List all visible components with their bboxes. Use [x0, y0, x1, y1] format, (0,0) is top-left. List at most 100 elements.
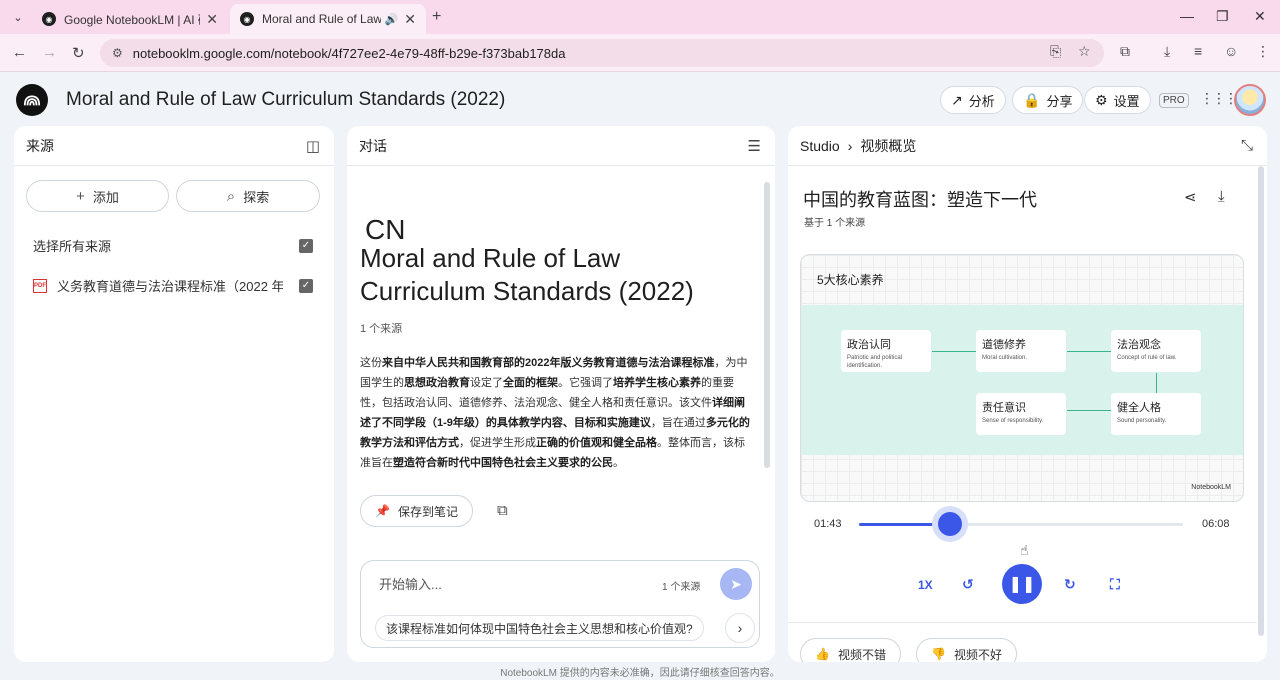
- url-text: notebooklm.google.com/notebook/4f727ee2-…: [132, 45, 566, 61]
- current-time: 01:43: [814, 518, 842, 530]
- speaker-icon[interactable]: 🔊: [385, 13, 399, 26]
- node-subtitle: Sense of responsibility.: [982, 418, 1044, 424]
- breadcrumb-video-overview: 视频概览: [860, 137, 917, 154]
- studio-panel: Studio › 视频概览 ⤡ 中国的教育蓝图：塑造下一代 基于 1 个来源 ⋖…: [788, 126, 1267, 662]
- maximize-icon[interactable]: ❐: [1216, 8, 1229, 25]
- node-title: 政治认同: [847, 339, 891, 351]
- summary-fragment: 培养学生核心素养: [613, 377, 701, 389]
- pause-button[interactable]: ❚❚: [1002, 564, 1042, 604]
- tune-icon[interactable]: ☰: [748, 137, 761, 155]
- share-label: 分享: [1046, 93, 1073, 109]
- notebook-title[interactable]: Moral and Rule of Law Curriculum Standar…: [66, 89, 505, 111]
- chat-composer: 1 个来源 ➤ 该课程标准如何体现中国特色社会主义思想和核心价值观? ›: [360, 560, 760, 648]
- source-checkbox[interactable]: ✓: [299, 278, 313, 293]
- video-player[interactable]: 5大核心素养 政治认同 Patriotic and political iden…: [800, 254, 1244, 502]
- address-bar[interactable]: ⚙ notebooklm.google.com/notebook/4f727ee…: [100, 39, 1104, 67]
- sources-header: 来源 ◫: [14, 126, 334, 166]
- save-to-note-button[interactable]: 📌 保存到笔记: [360, 495, 473, 527]
- collapse-panel-icon[interactable]: ◫: [306, 137, 320, 155]
- source-item[interactable]: PDF 义务教育道德与法治课程标准（2022 年版） ✓: [33, 276, 313, 295]
- chat-input[interactable]: [379, 573, 639, 595]
- send-button[interactable]: ➤: [720, 568, 752, 600]
- summary-fragment: 全面的框架: [503, 377, 558, 389]
- composer-source-count: 1 个来源: [662, 582, 701, 593]
- seek-handle[interactable]: [937, 512, 962, 536]
- notebooklm-favicon: ◉: [240, 12, 254, 26]
- share-button[interactable]: 🔒 分享: [1012, 86, 1084, 114]
- total-time: 06:08: [1202, 518, 1230, 530]
- notebooklm-logo-icon[interactable]: [16, 84, 48, 116]
- site-info-icon[interactable]: ⚙: [112, 46, 123, 60]
- share-icon[interactable]: ⋖: [1184, 188, 1197, 206]
- explore-button[interactable]: ⌕ 探索: [176, 180, 320, 212]
- arrow-right: [1067, 351, 1111, 352]
- reload-icon[interactable]: ↻: [72, 44, 85, 62]
- tab-title: Moral and Rule of Law Cu: [262, 12, 381, 26]
- arrow-left: [1067, 410, 1111, 411]
- summary-fragment: 。: [613, 457, 624, 469]
- bookmark-star-icon[interactable]: ☆: [1078, 43, 1091, 60]
- new-tab-icon[interactable]: +: [432, 8, 441, 26]
- forward-10-icon[interactable]: ↻: [1064, 576, 1076, 593]
- suggested-question-chip[interactable]: 该课程标准如何体现中国特色社会主义思想和核心价值观?: [375, 615, 704, 641]
- node-subtitle: Sound personality.: [1117, 418, 1167, 424]
- select-all-row[interactable]: 选择所有来源 ✓: [33, 236, 313, 255]
- fullscreen-icon[interactable]: ⛶: [1110, 576, 1120, 593]
- add-source-label: 添加: [92, 189, 119, 205]
- avatar[interactable]: [1234, 84, 1266, 116]
- breadcrumb-studio[interactable]: Studio: [800, 138, 840, 154]
- lock-icon: 🔒: [1023, 91, 1041, 108]
- collapse-icon[interactable]: ⤡: [1241, 137, 1253, 154]
- add-source-button[interactable]: + 添加: [26, 180, 169, 212]
- analytics-button[interactable]: ↗ 分析: [940, 86, 1006, 114]
- tab-search-dropdown[interactable]: ⌄: [6, 6, 30, 28]
- pro-badge: PRO: [1159, 93, 1189, 108]
- seek-progress: [859, 523, 950, 526]
- save-to-note-label: 保存到笔记: [397, 504, 458, 519]
- search-sparkle-icon: ⌕: [226, 187, 236, 205]
- gear-icon: ⚙: [1095, 91, 1108, 108]
- settings-button[interactable]: ⚙ 设置: [1084, 86, 1151, 114]
- copy-icon[interactable]: ⧉: [497, 502, 508, 519]
- apps-grid-icon[interactable]: ⋮⋮⋮: [1200, 90, 1238, 107]
- chat-scrollbar[interactable]: [764, 182, 770, 468]
- chat-panel: 对话 ☰ CN Moral and Rule of Law Curriculum…: [347, 126, 775, 662]
- media-control-icon[interactable]: ≡: [1194, 43, 1202, 59]
- app-header: Moral and Rule of Law Curriculum Standar…: [0, 72, 1280, 128]
- studio-scrollbar[interactable]: [1258, 166, 1264, 636]
- back-icon[interactable]: ←: [12, 44, 27, 61]
- summary-fragment: 。它强调了: [558, 377, 613, 389]
- video-bad-label: 视频不好: [953, 647, 1002, 662]
- video-title: 中国的教育蓝图：塑造下一代: [803, 190, 1037, 210]
- close-icon[interactable]: ✕: [206, 11, 218, 28]
- video-bad-button[interactable]: 👎 视频不好: [916, 638, 1017, 662]
- divider: [788, 622, 1257, 623]
- node-subtitle: Concept of rule of law.: [1117, 355, 1177, 361]
- trending-up-icon: ↗: [951, 91, 963, 108]
- playback-speed-button[interactable]: 1X: [918, 578, 933, 592]
- settings-label: 设置: [1113, 93, 1140, 109]
- sources-panel: 来源 ◫ + 添加 ⌕ 探索 选择所有来源 ✓ PDF 义务教育道德与法治课程标…: [14, 126, 334, 662]
- chat-header: 对话 ☰: [347, 126, 775, 166]
- minimize-icon[interactable]: —: [1180, 8, 1194, 24]
- window-close-icon[interactable]: ✕: [1254, 8, 1266, 25]
- slide-heading: 5大核心素养: [817, 273, 884, 287]
- tab-current-notebook[interactable]: ◉ Moral and Rule of Law Cu 🔊 ✕: [230, 4, 426, 34]
- node-title: 道德修养: [982, 339, 1026, 351]
- extensions-icon[interactable]: ⧉: [1120, 43, 1130, 60]
- download-icon[interactable]: ⤓: [1164, 43, 1170, 60]
- chevron-right-icon[interactable]: ›: [725, 613, 755, 643]
- close-icon[interactable]: ✕: [404, 11, 416, 28]
- video-good-button[interactable]: 👍 视频不错: [800, 638, 901, 662]
- forward-icon[interactable]: →: [42, 44, 57, 61]
- tab-notebooklm-home[interactable]: ◉ Google NotebookLM | AI 研究 ✕: [32, 4, 228, 34]
- rewind-10-icon[interactable]: ↺: [962, 576, 974, 593]
- sources-heading: 来源: [26, 137, 54, 154]
- install-app-icon[interactable]: ⎘: [1050, 43, 1061, 60]
- slide-band: 政治认同 Patriotic and political identificat…: [801, 305, 1243, 455]
- download-icon[interactable]: ⤓: [1218, 188, 1225, 205]
- profile-icon[interactable]: ☺: [1224, 43, 1238, 59]
- select-all-checkbox[interactable]: ✓: [299, 238, 313, 253]
- core-competency-node: 责任意识 Sense of responsibility.: [976, 393, 1066, 435]
- browser-menu-icon[interactable]: ⋮: [1256, 43, 1270, 60]
